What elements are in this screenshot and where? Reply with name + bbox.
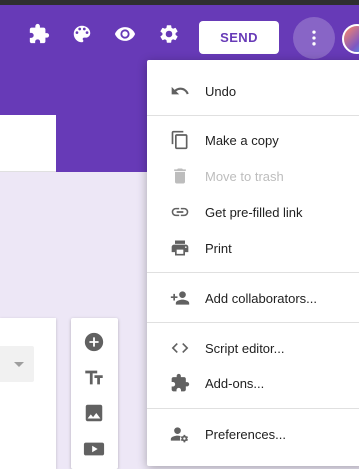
question-type-dropdown[interactable] (0, 346, 34, 382)
puzzle-icon (169, 372, 191, 394)
menu-item-label: Get pre-filled link (205, 204, 303, 220)
copy-icon (169, 129, 191, 151)
palette-icon[interactable] (70, 22, 94, 46)
menu-divider (147, 322, 359, 323)
trash-icon (169, 165, 191, 187)
menu-item-label: Move to trash (205, 168, 284, 184)
menu-item-label: Script editor... (205, 340, 285, 356)
menu-divider (147, 115, 359, 116)
menu-item-label: Undo (205, 83, 237, 99)
menu-item-label: Add collaborators... (205, 290, 318, 306)
print-icon (169, 237, 191, 259)
form-background (0, 172, 56, 317)
add-title-icon[interactable] (82, 366, 106, 390)
more-vert-icon (312, 30, 316, 46)
send-button[interactable]: SEND (199, 21, 279, 54)
settings-gear-icon[interactable] (157, 22, 181, 46)
preview-eye-icon[interactable] (113, 22, 137, 46)
menu-item-preferences[interactable]: Preferences... (147, 418, 359, 450)
menu-item-undo[interactable]: Undo (147, 75, 359, 107)
menu-item-move-to-trash[interactable]: Move to trash (147, 160, 359, 192)
more-options-menu: Undo Make a copy Move to trash Get pre-f… (147, 60, 359, 466)
addons-icon[interactable] (27, 22, 51, 46)
form-title-card[interactable] (0, 115, 56, 172)
code-icon (169, 337, 191, 359)
menu-item-add-collaborators[interactable]: Add collaborators... (147, 282, 359, 314)
menu-item-print[interactable]: Print (147, 232, 359, 264)
menu-item-script-editor[interactable]: Script editor... (147, 332, 359, 364)
add-question-icon[interactable] (82, 330, 106, 354)
link-icon (169, 201, 191, 223)
form-toolbar (71, 318, 118, 469)
add-people-icon (169, 287, 191, 309)
undo-icon (169, 80, 191, 102)
menu-item-label: Preferences... (205, 426, 286, 442)
person-settings-icon (169, 423, 191, 445)
more-options-button[interactable] (293, 17, 335, 59)
menu-item-add-ons[interactable]: Add-ons... (147, 367, 359, 399)
menu-divider (147, 272, 359, 273)
dropdown-arrow-icon (14, 362, 24, 367)
menu-item-label: Print (205, 240, 232, 256)
menu-item-label: Add-ons... (205, 375, 265, 391)
add-video-icon[interactable] (82, 437, 106, 461)
menu-item-make-copy[interactable]: Make a copy (147, 124, 359, 156)
question-card[interactable] (0, 318, 56, 469)
menu-item-label: Make a copy (205, 132, 279, 148)
avatar[interactable] (342, 24, 359, 54)
menu-item-get-prefilled-link[interactable]: Get pre-filled link (147, 196, 359, 228)
menu-divider (147, 408, 359, 409)
add-image-icon[interactable] (82, 401, 106, 425)
